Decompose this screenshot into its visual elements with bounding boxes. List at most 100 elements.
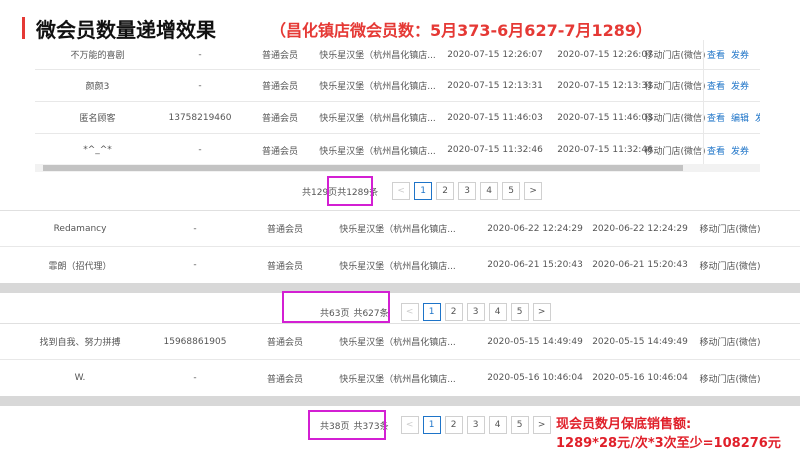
highlight-box-july-total [327, 176, 373, 206]
member-name: 颜颜3 [85, 82, 110, 92]
member-name: Redamancy [53, 223, 107, 234]
page-button-1[interactable]: 1 [422, 303, 441, 321]
member-level: 普通会员 [261, 51, 298, 61]
member-level: 普通会员 [266, 338, 303, 348]
table-row[interactable]: 不万能的喜剧 - 普通会员 快乐星汉堡（杭州昌化镇店... 2020-07-15… [35, 40, 760, 70]
member-store: 快乐星汉堡（杭州昌化镇店... [339, 261, 456, 272]
title-accent-bar [22, 17, 25, 39]
page-button-5[interactable]: 5 [502, 182, 521, 200]
member-name: 匿名顾客 [79, 114, 116, 124]
table-row[interactable]: W. - 普通会员 快乐星汉堡（杭州昌化镇店... 2020-05-16 10:… [0, 360, 800, 395]
view-link[interactable]: 查看 [707, 144, 725, 157]
member-level: 普通会员 [261, 114, 298, 124]
row-actions: 查看 编辑 发券 [703, 102, 760, 133]
member-table-may: 找到自我、努力拼搏 15968861905 普通会员 快乐星汉堡（杭州昌化镇店.… [0, 323, 800, 395]
member-created: 2020-07-15 12:26:07 [447, 49, 543, 60]
next-page-button[interactable]: > [532, 303, 551, 321]
member-store: 快乐星汉堡（杭州昌化镇店... [339, 374, 456, 385]
horizontal-scrollbar[interactable] [35, 164, 760, 172]
horizontal-scrollbar[interactable] [0, 396, 800, 406]
page-button-3[interactable]: 3 [458, 182, 477, 200]
table-row[interactable]: *^_^* - 普通会员 快乐星汉堡（杭州昌化镇店... 2020-07-15 … [35, 134, 760, 166]
next-page-button[interactable]: > [524, 182, 543, 200]
page-button-4[interactable]: 4 [488, 416, 507, 434]
member-level: 普通会员 [261, 146, 298, 157]
highlight-box-may-total [308, 410, 386, 440]
member-phone: - [198, 49, 202, 60]
page-button-3[interactable]: 3 [466, 416, 485, 434]
page-button-1[interactable]: 1 [422, 416, 441, 434]
table-row[interactable]: 找到自我、努力拼搏 15968861905 普通会员 快乐星汉堡（杭州昌化镇店.… [0, 324, 800, 360]
view-link[interactable]: 查看 [707, 111, 725, 124]
member-created: 2020-07-15 11:46:03 [447, 112, 543, 123]
member-level: 普通会员 [266, 225, 303, 235]
member-store: 快乐星汉堡（杭州昌化镇店... [319, 82, 436, 92]
page-subtitle: （昌化镇店微会员数：5月373-6月627-7月1289） [270, 21, 653, 40]
member-source: 移动门店(微信) [699, 261, 761, 272]
page-button-2[interactable]: 2 [444, 303, 463, 321]
member-store: 快乐星汉堡（杭州昌化镇店... [339, 225, 456, 235]
send-coupon-link[interactable]: 发券 [731, 79, 749, 92]
member-source: 移动门店(微信) [699, 374, 761, 385]
member-phone: - [193, 223, 197, 234]
page-button-1[interactable]: 1 [414, 182, 433, 200]
member-level: 普通会员 [261, 82, 298, 92]
sales-note-line2: 1289*28元/次*3次至少=108276元 [556, 436, 781, 451]
member-created: 2020-07-15 11:32:46 [447, 145, 543, 155]
member-phone: 13758219460 [168, 112, 232, 123]
page-button-2[interactable]: 2 [444, 416, 463, 434]
member-created: 2020-06-21 15:20:43 [487, 260, 583, 270]
page-button-2[interactable]: 2 [436, 182, 455, 200]
member-created: 2020-05-16 10:46:04 [487, 373, 583, 383]
page-button-5[interactable]: 5 [510, 303, 529, 321]
view-link[interactable]: 查看 [707, 79, 725, 92]
table-row[interactable]: 霏朗（招代理） - 普通会员 快乐星汉堡（杭州昌化镇店... 2020-06-2… [0, 247, 800, 282]
member-updated: 2020-05-15 14:49:49 [592, 336, 688, 347]
send-coupon-link[interactable]: 发券 [755, 111, 760, 124]
member-updated: 2020-06-21 15:20:43 [592, 260, 688, 270]
member-source: 移动门店(微信) [699, 338, 761, 348]
member-source: 移动门店(微信) [699, 225, 761, 235]
highlight-box-june-total [282, 291, 390, 323]
row-actions: 查看 发券 [703, 40, 760, 69]
row-actions: 查看 发券 [703, 134, 760, 166]
member-updated: 2020-05-16 10:46:04 [592, 373, 688, 383]
next-page-button[interactable]: > [532, 416, 551, 434]
send-coupon-link[interactable]: 发券 [731, 144, 749, 157]
page-title: 微会员数量递增效果 [36, 18, 216, 42]
member-table-june: Redamancy - 普通会员 快乐星汉堡（杭州昌化镇店... 2020-06… [0, 210, 800, 282]
member-phone: 15968861905 [163, 336, 227, 347]
member-name: W. [74, 373, 86, 383]
member-level: 普通会员 [266, 374, 303, 385]
member-name: 不万能的喜剧 [70, 51, 125, 61]
table-row[interactable]: 匿名顾客 13758219460 普通会员 快乐星汉堡（杭州昌化镇店... 20… [35, 102, 760, 134]
horizontal-scrollbar[interactable] [0, 283, 800, 293]
member-updated: 2020-06-22 12:24:29 [592, 223, 688, 234]
member-level: 普通会员 [266, 261, 303, 272]
member-store: 快乐星汉堡（杭州昌化镇店... [319, 114, 436, 124]
page-button-4[interactable]: 4 [488, 303, 507, 321]
member-store: 快乐星汉堡（杭州昌化镇店... [319, 51, 436, 61]
send-coupon-link[interactable]: 发券 [731, 48, 749, 61]
row-actions: 查看 发券 [703, 70, 760, 101]
scrollbar-thumb[interactable] [43, 165, 683, 171]
page-button-3[interactable]: 3 [466, 303, 485, 321]
page-button-4[interactable]: 4 [480, 182, 499, 200]
page-button-5[interactable]: 5 [510, 416, 529, 434]
prev-page-button[interactable]: < [400, 303, 419, 321]
member-phone: - [198, 80, 202, 91]
member-store: 快乐星汉堡（杭州昌化镇店... [319, 146, 436, 157]
member-created: 2020-07-15 12:13:31 [447, 80, 543, 91]
member-name: 霏朗（招代理） [48, 261, 112, 272]
prev-page-button[interactable]: < [392, 182, 411, 200]
prev-page-button[interactable]: < [400, 416, 419, 434]
table-row[interactable]: Redamancy - 普通会员 快乐星汉堡（杭州昌化镇店... 2020-06… [0, 211, 800, 247]
table-row[interactable]: 颜颜3 - 普通会员 快乐星汉堡（杭州昌化镇店... 2020-07-15 12… [35, 70, 760, 102]
member-created: 2020-05-15 14:49:49 [487, 336, 583, 347]
member-phone: - [193, 260, 197, 270]
sales-estimate-note: 现会员数月保底销售额: 1289*28元/次*3次至少=108276元 [556, 415, 781, 453]
member-phone: - [198, 145, 202, 155]
member-phone: - [193, 373, 197, 383]
edit-link[interactable]: 编辑 [731, 111, 749, 124]
view-link[interactable]: 查看 [707, 48, 725, 61]
